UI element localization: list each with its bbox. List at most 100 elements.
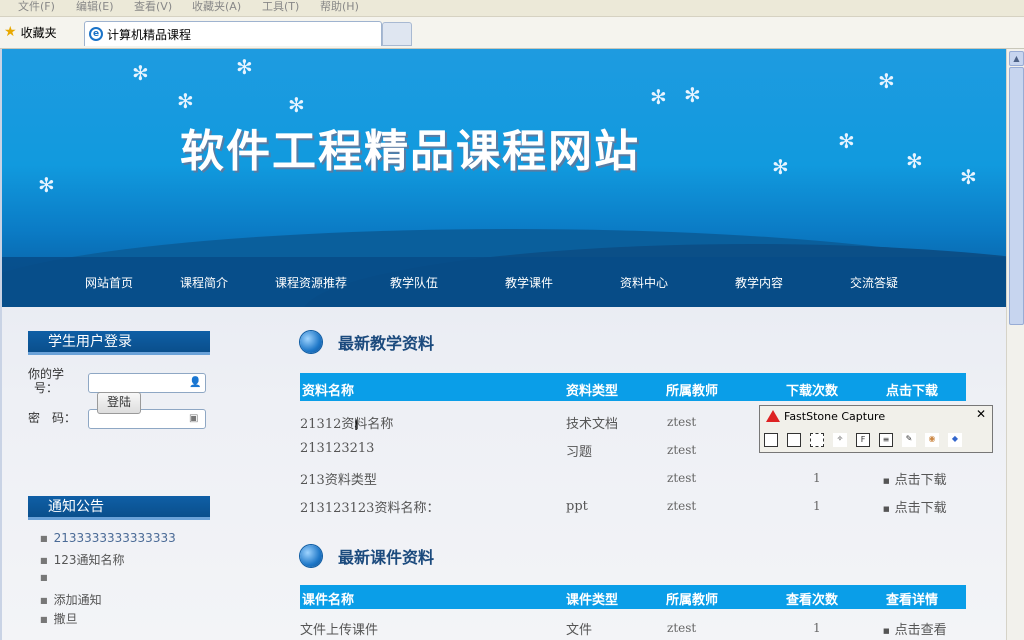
nav-home[interactable]: 网站首页 bbox=[85, 274, 133, 291]
palette-icon[interactable]: ◉ bbox=[925, 433, 939, 447]
col-teacher: 所属教师 bbox=[666, 593, 719, 608]
student-id-label: 你的学 号： bbox=[28, 367, 65, 395]
materials-heading: 最新教学资料 bbox=[300, 329, 434, 355]
courseware-heading: 最新课件资料 bbox=[300, 543, 434, 569]
color-picker-icon[interactable]: ✎ bbox=[902, 433, 916, 447]
menu-edit[interactable]: 编辑(E) bbox=[76, 0, 114, 14]
nav-content[interactable]: 教学内容 bbox=[735, 274, 783, 291]
notice-item[interactable]: ■ 撒旦 bbox=[40, 610, 78, 627]
main-nav: 网站首页 课程简介 课程资源推荐 教学队伍 教学课件 资料中心 教学内容 交流答… bbox=[2, 257, 1006, 307]
nav-courseware[interactable]: 教学课件 bbox=[505, 274, 553, 291]
materials-table-header: 资料名称 资料类型 所属教师 下载次数 点击下载 bbox=[300, 373, 966, 401]
dandelion-icon: ✻ bbox=[878, 69, 895, 93]
dandelion-icon: ✻ bbox=[132, 61, 149, 85]
capture-freehand-icon[interactable]: ✧ bbox=[833, 433, 847, 447]
faststone-titlebar[interactable]: FastStone Capture ✕ bbox=[760, 406, 992, 426]
dandelion-icon: ✻ bbox=[38, 173, 55, 197]
scroll-up-icon[interactable]: ▲ bbox=[1009, 51, 1024, 66]
scrollbar-thumb[interactable] bbox=[1009, 67, 1024, 325]
close-icon[interactable]: ✕ bbox=[976, 407, 986, 421]
download-link[interactable]: ■ 点击下载 bbox=[883, 469, 947, 488]
material-teacher: ztest bbox=[667, 443, 697, 457]
material-name[interactable]: 21312资料名称 bbox=[300, 413, 393, 432]
password-label: 密 码： bbox=[28, 411, 77, 425]
notice-item[interactable]: ■ 添加通知 bbox=[40, 591, 102, 608]
dandelion-icon: ✻ bbox=[684, 83, 701, 107]
student-id-input[interactable]: 👤 bbox=[88, 373, 206, 393]
menu-view[interactable]: 查看(V) bbox=[134, 0, 172, 14]
menu-file[interactable]: 文件(F) bbox=[18, 0, 55, 14]
material-type: 技术文档 bbox=[566, 417, 619, 432]
dandelion-icon: ✻ bbox=[177, 89, 194, 113]
col-teacher: 所属教师 bbox=[666, 384, 719, 399]
capture-rectangle-icon[interactable] bbox=[810, 433, 824, 447]
ie-icon: e bbox=[89, 27, 103, 41]
dandelion-icon: ✻ bbox=[960, 165, 977, 189]
material-type: ppt bbox=[566, 499, 588, 514]
material-type: 习题 bbox=[566, 445, 593, 460]
faststone-capture-toolbar[interactable]: FastStone Capture ✕ ✧ F ≡ ✎ ◉ ◆ bbox=[759, 405, 993, 453]
faststone-title: FastStone Capture bbox=[784, 409, 886, 423]
menu-bar: 文件(F) 编辑(E) 查看(V) 收藏夹(A) 工具(T) 帮助(H) bbox=[0, 0, 1024, 17]
courseware-count: 1 bbox=[813, 621, 821, 635]
browser-tab[interactable]: e 计算机精品课程 bbox=[84, 21, 382, 46]
capture-fullscreen-icon[interactable]: F bbox=[856, 433, 870, 447]
vertical-scrollbar[interactable]: ▲ bbox=[1006, 49, 1024, 640]
material-name[interactable]: 213资料类型 bbox=[300, 469, 377, 488]
capture-object-icon[interactable] bbox=[787, 433, 801, 447]
capture-scrolling-icon[interactable]: ≡ bbox=[879, 433, 893, 447]
material-count: 1 bbox=[813, 499, 821, 513]
col-count: 下载次数 bbox=[786, 384, 839, 399]
col-count: 查看次数 bbox=[786, 593, 839, 608]
nav-materials[interactable]: 资料中心 bbox=[620, 274, 668, 291]
notice-item[interactable]: ■ 2133333333333333 bbox=[40, 531, 176, 545]
courseware-table-header: 课件名称 课件类型 所属教师 查看次数 查看详情 bbox=[300, 585, 966, 609]
settings-icon[interactable]: ◆ bbox=[948, 433, 962, 447]
globe-icon bbox=[300, 331, 322, 353]
material-name[interactable]: 213123213 bbox=[300, 441, 374, 456]
material-teacher: ztest bbox=[667, 415, 697, 429]
dandelion-icon: ✻ bbox=[838, 129, 855, 153]
nav-resources[interactable]: 课程资源推荐 bbox=[275, 274, 347, 291]
nav-team[interactable]: 教学队伍 bbox=[390, 274, 438, 291]
login-heading: 学生用户登录 bbox=[28, 331, 210, 355]
notice-item[interactable]: ■ bbox=[40, 570, 54, 584]
banner-title: 软件工程精品课程网站 bbox=[180, 126, 640, 177]
dandelion-icon: ✻ bbox=[772, 155, 789, 179]
material-teacher: ztest bbox=[667, 499, 697, 513]
text-cursor-icon: I bbox=[354, 418, 359, 434]
notice-item[interactable]: ■ 123通知名称 bbox=[40, 551, 124, 568]
login-button[interactable]: 登陆 bbox=[97, 392, 141, 414]
nav-course-intro[interactable]: 课程简介 bbox=[180, 274, 228, 291]
dandelion-icon: ✻ bbox=[650, 85, 667, 109]
site-banner: ✻ ✻ ✻ ✻ ✻ ✻ ✻ ✻ ✻ ✻ ✻ ✻ 软件工程精品课程网站 网站首页 … bbox=[2, 49, 1006, 307]
favorites-label: 收藏夹 bbox=[20, 25, 57, 40]
col-download: 点击下载 bbox=[886, 384, 939, 399]
nav-qa[interactable]: 交流答疑 bbox=[850, 274, 898, 291]
courseware-type: 文件 bbox=[566, 623, 593, 638]
material-teacher: ztest bbox=[667, 471, 697, 485]
menu-favorites[interactable]: 收藏夹(A) bbox=[192, 0, 241, 14]
col-details: 查看详情 bbox=[886, 593, 939, 608]
menu-help[interactable]: 帮助(H) bbox=[320, 0, 359, 14]
download-link[interactable]: ■ 点击下载 bbox=[883, 497, 947, 516]
dandelion-icon: ✻ bbox=[236, 55, 253, 79]
col-type: 课件类型 bbox=[566, 593, 619, 608]
col-type: 资料类型 bbox=[566, 384, 619, 399]
dandelion-icon: ✻ bbox=[906, 149, 923, 173]
view-link[interactable]: ■ 点击查看 bbox=[883, 619, 947, 638]
material-count: 1 bbox=[813, 471, 821, 485]
faststone-logo-icon bbox=[766, 410, 780, 422]
material-name[interactable]: 213123123资料名称： bbox=[300, 497, 439, 516]
col-name: 课件名称 bbox=[302, 593, 355, 608]
capture-tools: ✧ F ≡ ✎ ◉ ◆ bbox=[764, 431, 971, 449]
capture-window-icon[interactable] bbox=[764, 433, 778, 447]
globe-icon bbox=[300, 545, 322, 567]
favorites-button[interactable]: ★ 收藏夹 bbox=[4, 23, 57, 41]
new-tab-button[interactable] bbox=[382, 22, 412, 46]
menu-tools[interactable]: 工具(T) bbox=[262, 0, 299, 14]
courseware-teacher: ztest bbox=[667, 621, 697, 635]
lock-icon: ▣ bbox=[189, 413, 199, 424]
courseware-name[interactable]: 文件上传课件 bbox=[300, 619, 378, 638]
col-name: 资料名称 bbox=[302, 384, 355, 399]
